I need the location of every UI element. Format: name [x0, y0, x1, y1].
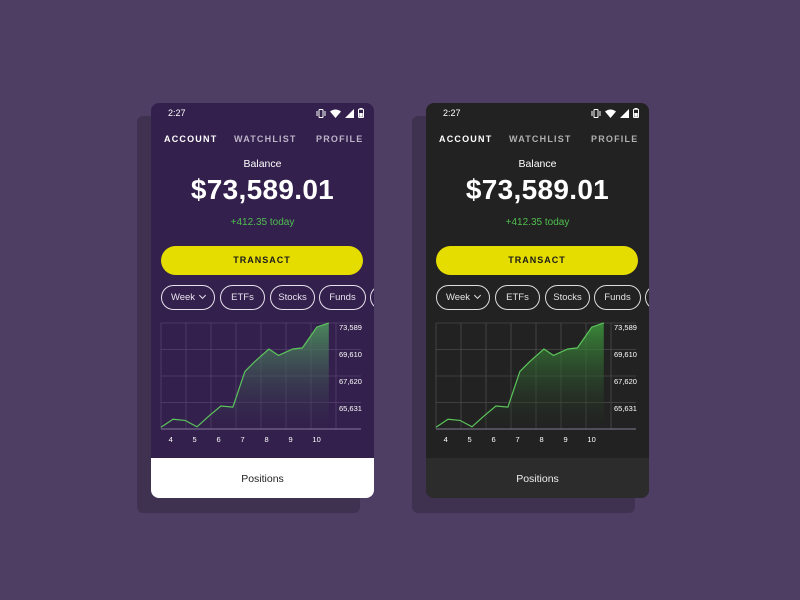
status-bar: 2:27	[426, 103, 649, 123]
x-tick-label: 7	[241, 435, 245, 444]
x-tick-label: 9	[563, 435, 567, 444]
signal-icon	[620, 108, 629, 118]
x-tick-label: 8	[539, 435, 543, 444]
positions-bar[interactable]: Positions	[151, 458, 374, 498]
filter-more[interactable]	[645, 285, 649, 310]
filter-etfs[interactable]: ETFs	[220, 285, 265, 310]
x-tick-label: 6	[492, 435, 496, 444]
y-tick-label: 65,631	[614, 404, 637, 413]
status-bar: 2:27	[151, 103, 374, 123]
y-tick-label: 73,589	[614, 323, 637, 332]
wifi-icon	[605, 109, 616, 118]
vibrate-icon	[316, 108, 326, 118]
x-tick-label: 5	[193, 435, 197, 444]
balance-value: $73,589.01	[190, 174, 335, 205]
status-time: 2:27	[443, 108, 461, 118]
filter-week-dropdown[interactable]: Week	[161, 285, 215, 310]
balance-chart: 73,589 69,610 67,620 65,631 4 5 6 7 8 9 10	[160, 322, 362, 444]
y-tick-label: 65,631	[339, 404, 362, 413]
filter-week-label: Week	[170, 292, 196, 303]
balance-value: $73,589.01	[465, 174, 610, 205]
filter-stocks[interactable]: Stocks	[545, 285, 590, 310]
balance-change: +412.35 today	[230, 217, 295, 228]
x-tick-label: 7	[516, 435, 520, 444]
y-tick-label: 69,610	[614, 350, 637, 359]
battery-icon	[358, 108, 364, 118]
transact-button[interactable]: TRANSACT	[436, 246, 638, 275]
x-tick-label: 5	[468, 435, 472, 444]
y-tick-label: 67,620	[614, 377, 637, 386]
x-tick-label: 4	[169, 435, 173, 444]
y-tick-label: 69,610	[339, 350, 362, 359]
filter-chips: Week ETFs Stocks Funds	[161, 285, 374, 311]
filter-funds[interactable]: Funds	[319, 285, 366, 310]
nav-tabs: ACCOUNT WATCHLIST PROFILE	[426, 134, 649, 148]
filter-stocks[interactable]: Stocks	[270, 285, 315, 310]
tab-profile[interactable]: PROFILE	[316, 134, 363, 144]
filter-week-dropdown[interactable]: Week	[436, 285, 490, 310]
vibrate-icon	[591, 108, 601, 118]
x-tick-label: 6	[217, 435, 221, 444]
status-time: 2:27	[168, 108, 186, 118]
balance-label: Balance	[518, 158, 557, 170]
tab-account[interactable]: ACCOUNT	[439, 134, 492, 144]
balance-chart: 73,589 69,610 67,620 65,631 4 5 6 7 8 9 10	[435, 322, 637, 444]
y-tick-label: 67,620	[339, 377, 362, 386]
x-tick-label: 4	[444, 435, 448, 444]
x-tick-label: 10	[587, 435, 595, 444]
phone-purple-theme: 2:27 ACCOUNT WATCHLIST PROFILE Balance $…	[151, 103, 374, 498]
x-tick-label: 8	[264, 435, 268, 444]
nav-tabs: ACCOUNT WATCHLIST PROFILE	[151, 134, 374, 148]
tab-watchlist[interactable]: WATCHLIST	[234, 134, 297, 144]
positions-bar[interactable]: Positions	[426, 458, 649, 498]
wifi-icon	[330, 109, 341, 118]
filter-more[interactable]	[370, 285, 374, 310]
balance-label: Balance	[243, 158, 282, 170]
chevron-down-icon	[199, 291, 207, 300]
y-tick-label: 73,589	[339, 323, 362, 332]
x-tick-label: 9	[288, 435, 292, 444]
filter-etfs[interactable]: ETFs	[495, 285, 540, 310]
chevron-down-icon	[474, 291, 482, 300]
filter-funds[interactable]: Funds	[594, 285, 641, 310]
tab-watchlist[interactable]: WATCHLIST	[509, 134, 572, 144]
battery-icon	[633, 108, 639, 118]
phone-dark-theme: 2:27 ACCOUNT WATCHLIST PROFILE Balance $…	[426, 103, 649, 498]
signal-icon	[345, 108, 354, 118]
filter-chips: Week ETFs Stocks Funds	[436, 285, 649, 311]
x-tick-label: 10	[312, 435, 320, 444]
filter-week-label: Week	[445, 292, 471, 303]
tab-account[interactable]: ACCOUNT	[164, 134, 217, 144]
balance-change: +412.35 today	[505, 217, 570, 228]
transact-button[interactable]: TRANSACT	[161, 246, 363, 275]
tab-profile[interactable]: PROFILE	[591, 134, 638, 144]
